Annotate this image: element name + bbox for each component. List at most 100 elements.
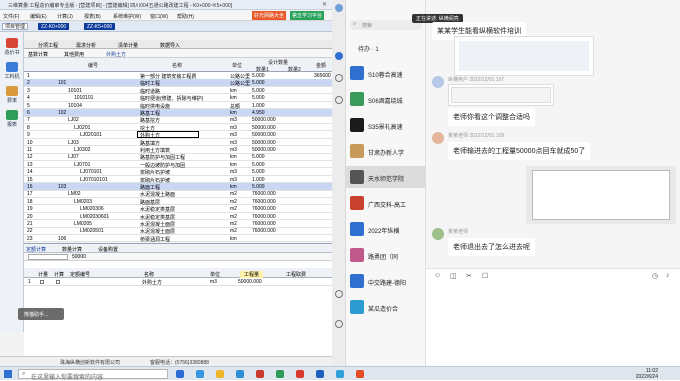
- chat-input[interactable]: [426, 282, 680, 366]
- row-qty1: 5.000: [252, 80, 265, 87]
- tab-bill[interactable]: 清单计量: [118, 42, 138, 49]
- sidebar-item-report[interactable]: 报表: [2, 110, 22, 128]
- menu-edit[interactable]: 编辑(E): [30, 13, 47, 20]
- app-titlebar: 三维算量:工程造价编审专业版 - [营建项目] - [营建编辑] 四川004五通…: [0, 0, 332, 10]
- row-number: 3: [27, 87, 30, 94]
- book-icon: [6, 38, 18, 48]
- section-start-button[interactable]: ZZ-K0+000: [38, 23, 70, 30]
- menu-icon[interactable]: [335, 320, 343, 328]
- menu-report[interactable]: 报表(B): [84, 13, 101, 20]
- screenshot-message-2[interactable]: [448, 84, 554, 106]
- screenshot-message-1[interactable]: [454, 36, 594, 76]
- tab-import[interactable]: 数据导入: [160, 42, 180, 49]
- folder-icon[interactable]: [216, 370, 224, 378]
- brow-qty[interactable]: 50000.000: [238, 279, 262, 285]
- app-icon[interactable]: [296, 370, 304, 378]
- section-end-button[interactable]: ZZ-K5+000: [84, 23, 116, 30]
- row-qty1: 76000.000: [252, 206, 276, 213]
- sidebar-item-rate[interactable]: 费率: [2, 86, 22, 104]
- tab-equipment[interactable]: 设备购置: [98, 246, 118, 253]
- scissors-icon[interactable]: ✂: [466, 272, 472, 280]
- emoji-icon[interactable]: ☺: [434, 272, 441, 279]
- settings-icon[interactable]: [335, 290, 343, 298]
- bottom-row[interactable]: 1 外购土方 m3 50000.000: [24, 278, 332, 286]
- clock-date: 2022/6/24: [635, 374, 658, 380]
- chat-bubble-icon[interactable]: ☐: [482, 272, 488, 280]
- chat-toolbar: ☺ ◫ ✂ ☐ ◷ ♪: [426, 268, 680, 282]
- conversation-item[interactable]: 某瓜造价合: [346, 296, 426, 318]
- message-meta-3: 某某老师: [448, 229, 469, 235]
- row-unit: km: [230, 161, 237, 168]
- taskbar-search-input[interactable]: ⌕ 在这里输入你要搜索的内容: [18, 369, 168, 381]
- sidebar-item-labor-material[interactable]: 工料机: [2, 62, 22, 80]
- menu-calc[interactable]: 计算(J): [57, 13, 73, 20]
- menu-help[interactable]: 帮助(H): [177, 13, 194, 20]
- row-qty1: 5.000: [252, 73, 265, 79]
- message-icon[interactable]: [335, 52, 343, 60]
- app-icon[interactable]: [356, 370, 364, 378]
- row-number: 16: [27, 184, 33, 190]
- taskbar-clock[interactable]: 11:02 2022/6/24: [636, 368, 658, 380]
- ad-banner-1[interactable]: 好光网路大全: [252, 11, 287, 20]
- conversation-item[interactable]: S06酒嘉绕城: [346, 88, 426, 110]
- calc-checkbox[interactable]: [56, 280, 60, 284]
- status-hotline: 客服电话：(0756)3380888: [150, 360, 209, 366]
- sidebar-item-cost-book[interactable]: 造价书: [2, 38, 22, 56]
- close-icon[interactable]: ✕: [322, 1, 327, 8]
- app-icon[interactable]: [196, 370, 204, 378]
- row-unit: m3: [230, 176, 237, 183]
- history-icon[interactable]: ◷: [652, 272, 658, 280]
- user-avatar[interactable]: [335, 4, 343, 12]
- app-icon[interactable]: [256, 370, 264, 378]
- menu-window[interactable]: 窗口(W): [150, 13, 168, 20]
- conversation-item[interactable]: 中交路建-德阳: [346, 270, 426, 292]
- status-bar: 珠海纵横创新软件有限公司 客服电话：(0756)3380888: [0, 356, 332, 366]
- tab-items[interactable]: 分项工程: [38, 42, 58, 49]
- conversation-item[interactable]: 路勇团（同: [346, 244, 426, 266]
- conversation-item[interactable]: 广西交科-高工: [346, 192, 426, 214]
- row-number: 11: [27, 147, 33, 153]
- chat-app-icon[interactable]: [336, 370, 344, 378]
- selected-cell[interactable]: [137, 131, 199, 139]
- brow-name: 外购土方: [142, 280, 163, 286]
- row-code: 101: [58, 80, 67, 87]
- tab-other-fees[interactable]: 其他费用: [64, 51, 84, 58]
- pending-tasks[interactable]: 待办 · 1: [358, 44, 379, 53]
- conversation-item[interactable]: 2022年纵横: [346, 218, 426, 240]
- app-icon[interactable]: [316, 370, 324, 378]
- file-icon[interactable]: ◫: [450, 272, 457, 280]
- menu-file[interactable]: 文件(F): [3, 13, 19, 20]
- voice-icon[interactable]: ♪: [666, 272, 670, 279]
- measure-checkbox[interactable]: [40, 280, 44, 284]
- project-manager-button[interactable]: 项目管理: [2, 23, 29, 30]
- message-meta-1: 纵横用户 2022/12/01 107: [448, 77, 505, 83]
- tab-quota-calc[interactable]: 定额计算: [26, 246, 46, 253]
- taskview-icon[interactable]: [176, 370, 184, 378]
- conversation-item[interactable]: S35景礼高速: [346, 114, 426, 136]
- assistant-popup[interactable]: 熊猫助手...: [18, 308, 64, 320]
- menu-system[interactable]: 系统维护(W): [113, 13, 141, 20]
- contacts-icon[interactable]: [335, 74, 343, 82]
- row-qty1: 76000.000: [252, 213, 276, 220]
- row-number: 21: [27, 221, 33, 227]
- row-unit: m2: [230, 206, 237, 213]
- row-unit: km: [230, 87, 237, 94]
- conversation-item[interactable]: 天水师范学院: [346, 166, 426, 188]
- conversation-item[interactable]: 甘肃办新人学: [346, 140, 426, 162]
- row-qty1: 5.000: [252, 184, 265, 190]
- tab-qty-calc[interactable]: 数量计算: [62, 246, 82, 253]
- tab-analysis[interactable]: 需求分析: [76, 42, 96, 49]
- cloud-icon[interactable]: [335, 96, 343, 104]
- screenshot-message-3[interactable]: [526, 166, 676, 224]
- start-icon[interactable]: [4, 370, 12, 378]
- browser-icon[interactable]: [236, 370, 244, 378]
- row-number: 23: [27, 235, 33, 242]
- tab-base-calc[interactable]: 基数计算: [28, 51, 48, 58]
- app-icon[interactable]: [276, 370, 284, 378]
- filter-input[interactable]: [28, 254, 68, 260]
- ad-banner-2[interactable]: 第五学习平台: [290, 11, 325, 20]
- table-row[interactable]: 23 106 桥梁涵洞工程 km: [24, 235, 332, 243]
- bottom-filter-bar: 50000: [24, 253, 332, 261]
- conversation-item[interactable]: S10蓉合高速: [346, 62, 426, 84]
- row-unit: m3: [230, 132, 237, 139]
